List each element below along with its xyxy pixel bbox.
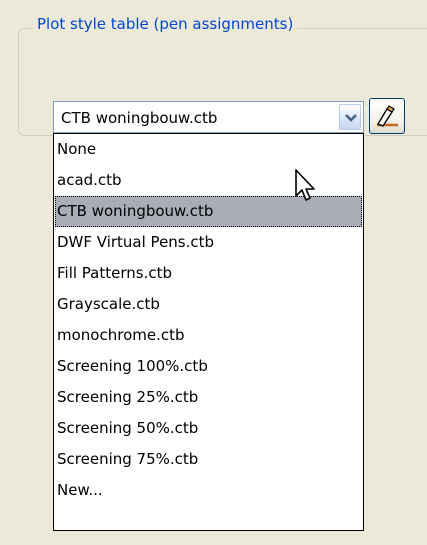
- plot-style-combobox[interactable]: CTB woningbouw.ctb: [53, 101, 364, 133]
- chevron-down-icon: [345, 114, 357, 122]
- list-item[interactable]: Screening 75%.ctb: [55, 444, 362, 475]
- list-item[interactable]: Screening 50%.ctb: [55, 413, 362, 444]
- list-item[interactable]: Screening 100%.ctb: [55, 351, 362, 382]
- plot-style-panel: Plot style table (pen assignments) CTB w…: [0, 0, 427, 545]
- group-title: Plot style table (pen assignments): [33, 14, 298, 34]
- list-item[interactable]: None: [55, 134, 362, 165]
- plot-style-dropdown-list[interactable]: None acad.ctb CTB woningbouw.ctb DWF Vir…: [53, 133, 364, 531]
- list-item[interactable]: Grayscale.ctb: [55, 289, 362, 320]
- combo-selected-value: CTB woningbouw.ctb: [61, 109, 218, 127]
- pencil-edit-icon: [376, 105, 398, 127]
- edit-plot-style-button[interactable]: [369, 98, 405, 134]
- list-item[interactable]: acad.ctb: [55, 165, 362, 196]
- list-item[interactable]: New...: [55, 475, 362, 506]
- list-item-selected[interactable]: CTB woningbouw.ctb: [55, 196, 362, 227]
- combo-dropdown-button[interactable]: [339, 104, 361, 130]
- list-item[interactable]: Fill Patterns.ctb: [55, 258, 362, 289]
- list-item[interactable]: Screening 25%.ctb: [55, 382, 362, 413]
- list-item[interactable]: DWF Virtual Pens.ctb: [55, 227, 362, 258]
- list-item[interactable]: monochrome.ctb: [55, 320, 362, 351]
